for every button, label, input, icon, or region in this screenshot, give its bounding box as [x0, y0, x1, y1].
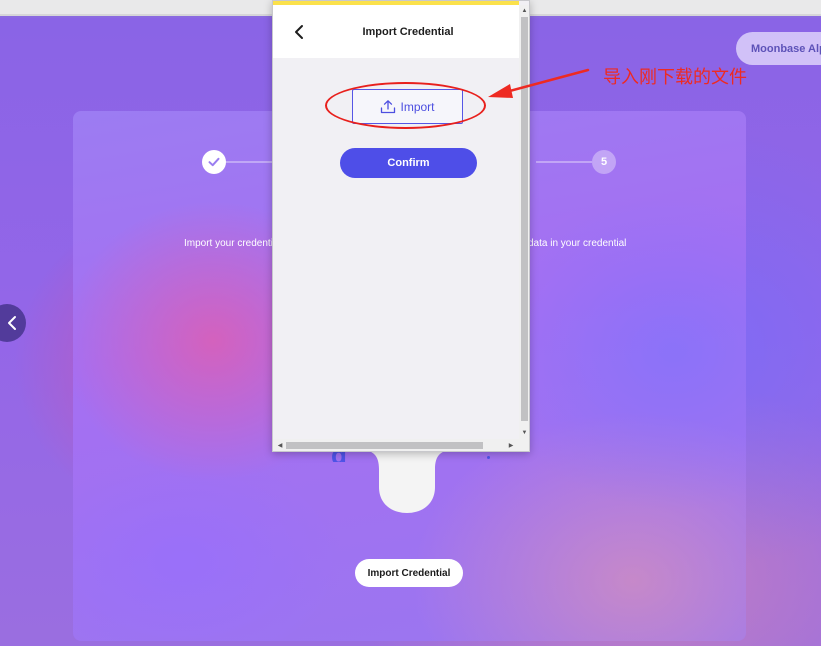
- annotation-arrow-icon: [488, 68, 590, 98]
- popup-header: Import Credential: [273, 5, 519, 58]
- step-description-left: Import your credential: [184, 238, 273, 249]
- annotation-highlight-ellipse: [325, 82, 486, 129]
- chevron-left-icon: [8, 316, 16, 330]
- step-5-indicator: 5: [592, 150, 616, 174]
- network-label: Moonbase Alpha: [751, 42, 821, 55]
- scroll-down-arrow-icon[interactable]: ▼: [519, 427, 529, 438]
- confirm-button[interactable]: Confirm: [340, 148, 477, 178]
- scrollbar-corner: [519, 439, 529, 451]
- scroll-left-arrow-icon[interactable]: ◀: [275, 439, 285, 451]
- popup-title: Import Credential: [362, 25, 454, 38]
- horizontal-scroll-thumb[interactable]: [286, 442, 483, 449]
- import-credential-button[interactable]: Import Credential: [355, 559, 463, 587]
- puzzle-piece-illustration: [355, 449, 459, 513]
- step-1-completed: [202, 150, 226, 174]
- step-description-right: data in your credential: [528, 238, 627, 249]
- checkmark-icon: [208, 157, 220, 167]
- stepper-connector: [536, 161, 592, 163]
- scroll-right-arrow-icon[interactable]: ▶: [506, 439, 516, 451]
- stepper-connector: [226, 161, 272, 163]
- annotation-label: 导入刚下载的文件: [603, 67, 747, 88]
- scroll-up-arrow-icon[interactable]: ▲: [519, 5, 529, 16]
- network-selector-button[interactable]: Moonbase Alpha: [736, 32, 821, 65]
- partial-heading-dot: [487, 456, 490, 459]
- horizontal-scrollbar[interactable]: ◀ ▶: [273, 439, 519, 451]
